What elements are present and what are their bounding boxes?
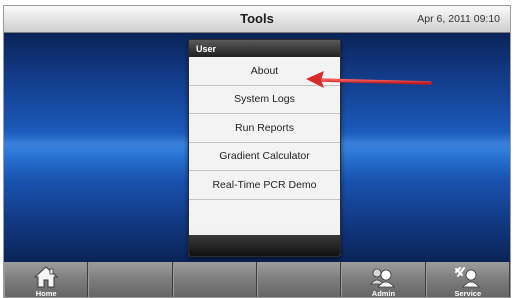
menu-empty-slot xyxy=(189,199,340,229)
empty-nav-slot-3 xyxy=(256,262,342,297)
annotation-arrow xyxy=(306,71,432,88)
menu-item-real-time-pcr-demo[interactable]: Real-Time PCR Demo xyxy=(189,171,340,200)
service-tools-icon xyxy=(454,267,480,288)
app-window: Tools Apr 6, 2011 09:10 User About Syste… xyxy=(3,5,511,298)
datetime-display: Apr 6, 2011 09:10 xyxy=(417,13,500,25)
menu-footer xyxy=(189,235,340,256)
menu-item-gradient-calculator[interactable]: Gradient Calculator xyxy=(189,142,340,171)
admin-users-icon xyxy=(370,268,396,288)
home-button-label: Home xyxy=(35,289,57,298)
bottom-nav-bar: Home Admin Service xyxy=(4,262,510,298)
admin-button[interactable]: Admin xyxy=(341,262,426,298)
service-button-label: Service xyxy=(454,289,482,298)
menu-item-run-reports[interactable]: Run Reports xyxy=(189,114,340,143)
service-button[interactable]: Service xyxy=(425,262,510,298)
admin-button-label: Admin xyxy=(371,289,396,298)
home-button[interactable]: Home xyxy=(4,262,89,298)
menu-header: User xyxy=(189,40,340,57)
empty-nav-slot-1 xyxy=(88,262,173,297)
home-icon xyxy=(34,266,59,288)
empty-nav-slot-2 xyxy=(172,262,257,297)
title-bar: Tools Apr 6, 2011 09:10 xyxy=(4,6,510,33)
